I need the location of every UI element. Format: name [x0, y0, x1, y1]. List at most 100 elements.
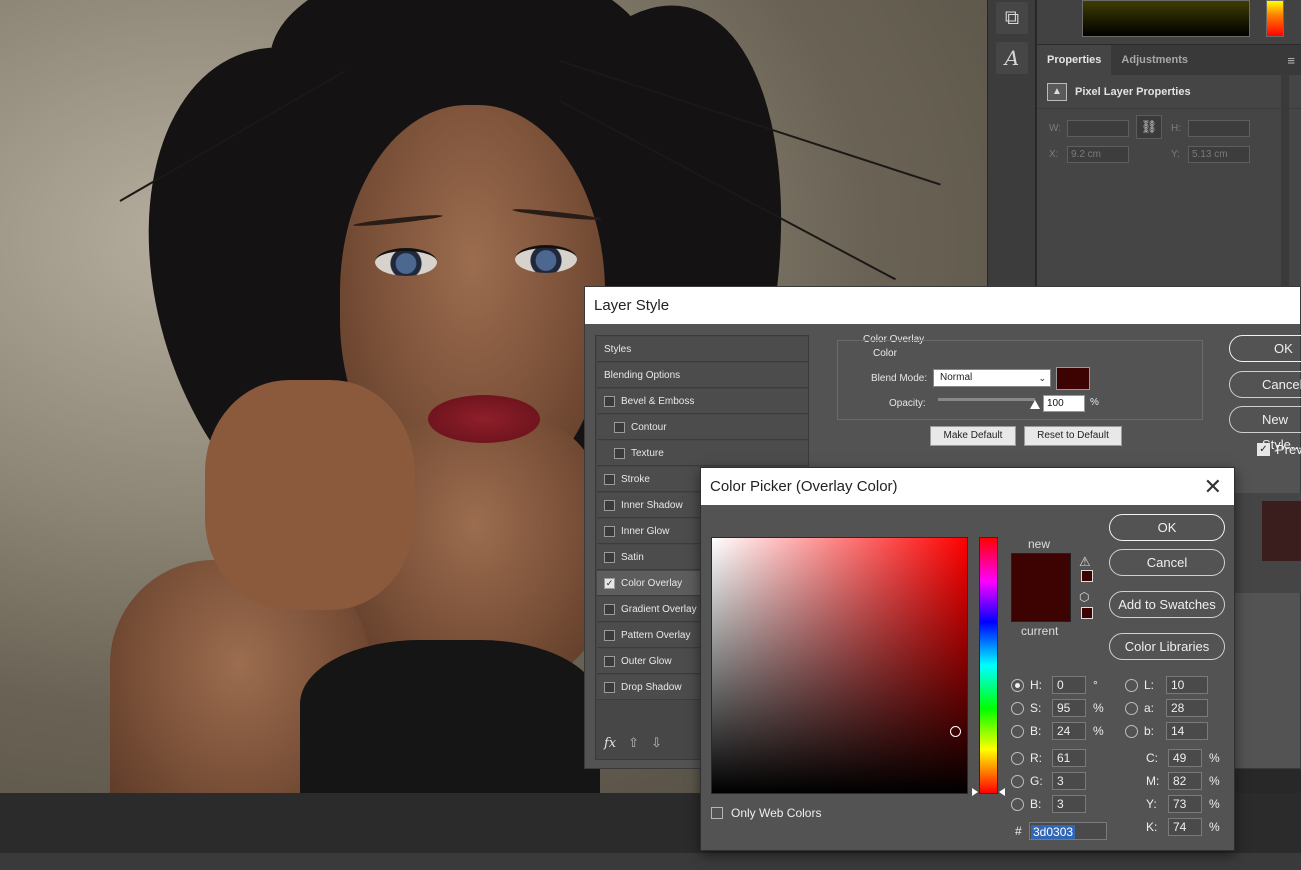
tab-adjustments[interactable]: Adjustments [1111, 45, 1198, 75]
fx-button[interactable]: fx [604, 736, 616, 751]
style-item-checkbox[interactable] [604, 525, 615, 537]
web-safe-warning-icon[interactable]: ⬡ [1079, 590, 1089, 604]
style-item-checkbox[interactable] [604, 395, 615, 407]
style-item-checkbox[interactable]: ✓ [604, 577, 615, 589]
lab-radio[interactable] [1125, 724, 1138, 738]
blend-mode-select[interactable]: Normal ⌄ [933, 369, 1051, 387]
panel-tool-strip: ⧉ A [987, 0, 1036, 290]
height-input[interactable] [1188, 120, 1250, 137]
width-input[interactable] [1067, 120, 1129, 137]
color-field-marker[interactable] [950, 726, 961, 737]
opacity-input[interactable]: 100 [1043, 395, 1085, 412]
new-style-button[interactable]: New Style... [1229, 406, 1301, 452]
add-to-swatches-button[interactable]: Add to Swatches [1109, 591, 1225, 618]
style-item-label: Texture [631, 447, 664, 459]
rgb-radio[interactable] [1011, 751, 1024, 765]
cmyk-input[interactable]: 82 [1168, 772, 1202, 790]
cmyk-unit: % [1209, 797, 1220, 811]
style-item-checkbox[interactable] [604, 499, 615, 511]
tab-properties[interactable]: Properties [1037, 45, 1112, 75]
gamut-swatch[interactable] [1081, 570, 1093, 582]
style-preview-thumbnail [1225, 493, 1301, 593]
preview-checkbox[interactable]: ✓ [1257, 443, 1270, 456]
style-item-blending-options[interactable]: Blending Options [597, 363, 808, 388]
y-input[interactable]: 5.13 cm [1188, 146, 1250, 163]
paragraph-styles-icon[interactable]: ⧉ [996, 2, 1028, 34]
cmyk-input[interactable]: 49 [1168, 749, 1202, 767]
lab-input[interactable]: 28 [1166, 699, 1208, 717]
group-title: Color [871, 348, 899, 359]
color-picker-cancel-button[interactable]: Cancel [1109, 549, 1225, 576]
saturation-brightness-field[interactable] [711, 537, 968, 794]
preview-toggle[interactable]: ✓ Preview [1257, 442, 1301, 457]
close-icon[interactable]: ✕ [1204, 468, 1222, 505]
layer-style-ok-button[interactable]: OK [1229, 335, 1301, 362]
cmyk-row: K: 74% [1146, 818, 1221, 836]
opacity-slider-thumb[interactable] [1030, 400, 1040, 409]
only-web-colors-label: Only Web Colors [731, 806, 822, 820]
make-default-button[interactable]: Make Default [930, 426, 1016, 446]
web-safe-swatch[interactable] [1081, 607, 1093, 619]
rgb-radio[interactable] [1011, 774, 1024, 788]
style-item-contour[interactable]: Contour [597, 415, 808, 440]
color-libraries-button[interactable]: Color Libraries [1109, 633, 1225, 660]
color-panel-field[interactable] [1082, 0, 1250, 37]
rgb-label: B: [1030, 797, 1042, 811]
overlay-color-swatch[interactable] [1056, 367, 1090, 390]
style-item-checkbox[interactable] [604, 551, 615, 563]
link-icon[interactable]: ⛓ [1136, 115, 1162, 139]
hsb-input[interactable]: 95 [1052, 699, 1086, 717]
hsb-row: B: 24% [1011, 722, 1105, 740]
out-of-gamut-warning-icon[interactable]: ⚠ [1079, 554, 1091, 570]
move-up-icon[interactable]: ⇧ [628, 735, 639, 751]
style-item-checkbox[interactable] [604, 603, 615, 615]
hsb-radio[interactable] [1011, 701, 1024, 715]
panel-scrollbar[interactable] [1281, 75, 1289, 291]
x-input[interactable]: 9.2 cm [1067, 146, 1129, 163]
rgb-label: G: [1030, 774, 1043, 788]
cmyk-input[interactable]: 73 [1168, 795, 1202, 813]
only-web-colors-checkbox[interactable] [711, 807, 723, 819]
lab-input[interactable]: 10 [1166, 676, 1208, 694]
style-item-checkbox[interactable] [604, 655, 615, 667]
hue-slider[interactable] [979, 537, 998, 794]
style-item-checkbox[interactable] [614, 421, 625, 433]
move-down-icon[interactable]: ⇩ [651, 735, 662, 751]
only-web-colors-toggle[interactable]: Only Web Colors [711, 806, 821, 820]
lab-radio[interactable] [1125, 701, 1138, 715]
cmyk-input[interactable]: 74 [1168, 818, 1202, 836]
character-styles-icon[interactable]: A [996, 42, 1028, 74]
color-panel-hue-slider[interactable] [1266, 0, 1284, 37]
lab-radio[interactable] [1125, 678, 1138, 692]
reset-to-default-button[interactable]: Reset to Default [1024, 426, 1122, 446]
panel-menu-icon[interactable]: ≡ [1287, 53, 1295, 68]
hue-slider-left-arrow[interactable] [972, 788, 978, 796]
hsb-radio[interactable] [1011, 724, 1024, 738]
style-item-label: Inner Glow [621, 525, 670, 537]
style-item-checkbox[interactable] [604, 473, 615, 485]
layer-style-title[interactable]: Layer Style [585, 287, 1300, 324]
style-item-texture[interactable]: Texture [597, 441, 808, 466]
lab-input[interactable]: 14 [1166, 722, 1208, 740]
style-item-checkbox[interactable] [604, 681, 615, 693]
layer-style-cancel-button[interactable]: Cancel [1229, 371, 1301, 398]
hex-input[interactable]: 3d0303 [1029, 822, 1107, 840]
hsb-input[interactable]: 24 [1052, 722, 1086, 740]
style-item-styles[interactable]: Styles [597, 337, 808, 362]
rgb-input[interactable]: 3 [1052, 772, 1086, 790]
color-picker-ok-button[interactable]: OK [1109, 514, 1225, 541]
style-item-bevel-emboss[interactable]: Bevel & Emboss [597, 389, 808, 414]
rgb-input[interactable]: 3 [1052, 795, 1086, 813]
hsb-unit: ° [1093, 678, 1098, 692]
hsb-radio[interactable] [1011, 678, 1024, 692]
hue-slider-right-arrow[interactable] [999, 788, 1005, 796]
rgb-input[interactable]: 61 [1052, 749, 1086, 767]
hsb-unit: % [1093, 724, 1104, 738]
current-color-swatch[interactable] [1011, 586, 1071, 622]
opacity-slider[interactable] [938, 398, 1035, 401]
rgb-radio[interactable] [1011, 797, 1024, 811]
color-picker-titlebar[interactable]: Color Picker (Overlay Color) ✕ [701, 468, 1234, 505]
style-item-checkbox[interactable] [614, 447, 625, 459]
hsb-input[interactable]: 0 [1052, 676, 1086, 694]
style-item-checkbox[interactable] [604, 629, 615, 641]
